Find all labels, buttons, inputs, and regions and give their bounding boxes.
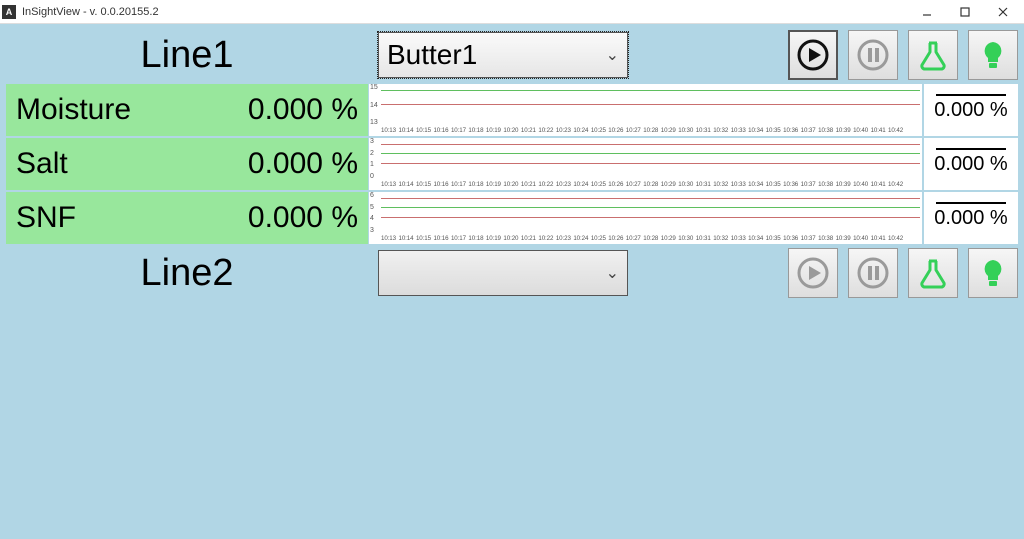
line2-product-select[interactable]: ⌄ [378, 250, 628, 296]
maximize-icon [959, 6, 971, 18]
measurement-name: Salt [16, 147, 68, 181]
flask-icon [916, 38, 950, 72]
line1-product-select[interactable]: Butter1 ⌄ [378, 32, 628, 78]
minimize-icon [921, 6, 933, 18]
play-icon [796, 38, 830, 72]
chevron-down-icon: ⌄ [606, 45, 619, 65]
window-minimize-button[interactable] [908, 1, 946, 23]
measurement-chart: 6543 10:1310:1410:1510:1610:1710:1810:19… [368, 192, 922, 244]
measurement-label: Salt 0.000 % [6, 138, 368, 190]
measurement-value: 0.000 % [248, 93, 358, 127]
measurement-chart: 151413 10:1310:1410:1510:1610:1710:1810:… [368, 84, 922, 136]
measurement-row: Moisture 0.000 % 151413 10:1310:1410:151… [6, 82, 1018, 136]
window-close-button[interactable] [984, 1, 1022, 23]
measurement-name: SNF [16, 201, 76, 235]
measurement-value: 0.000 % [248, 147, 358, 181]
measurement-average-value: 0.000 % [934, 99, 1007, 122]
measurement-value: 0.000 % [248, 201, 358, 235]
measurement-average: 0.000 % [922, 84, 1018, 136]
line1-bulb-button[interactable] [968, 30, 1018, 80]
measurement-label: Moisture 0.000 % [6, 84, 368, 136]
pause-icon [856, 256, 890, 290]
window-titlebar: A InSightView - v. 0.0.20155.2 [0, 0, 1024, 24]
measurement-average-value: 0.000 % [934, 153, 1007, 176]
chevron-down-icon: ⌄ [606, 263, 619, 283]
line1-header: Line1 Butter1 ⌄ [6, 30, 1018, 80]
play-icon [796, 256, 830, 290]
line2-bulb-button[interactable] [968, 248, 1018, 298]
window-title: InSightView - v. 0.0.20155.2 [22, 6, 908, 18]
flask-icon [916, 256, 950, 290]
measurement-row: Salt 0.000 % 3210 10:1310:1410:1510:1610… [6, 136, 1018, 190]
line2-header: Line2 ⌄ [6, 248, 1018, 298]
line2-play-button[interactable] [788, 248, 838, 298]
line2-title: Line2 [6, 250, 368, 297]
bulb-icon [976, 256, 1010, 290]
measurement-name: Moisture [16, 93, 131, 127]
app-icon: A [2, 5, 16, 19]
chart-yaxis: 6543 [370, 192, 374, 234]
chart-xaxis: 10:1310:1410:1510:1610:1710:1810:1910:20… [381, 127, 920, 136]
measurement-row: SNF 0.000 % 6543 10:1310:1410:1510:1610:… [6, 190, 1018, 244]
measurement-label: SNF 0.000 % [6, 192, 368, 244]
chart-yaxis: 3210 [370, 138, 374, 180]
line1-title: Line1 [6, 32, 368, 79]
bulb-icon [976, 38, 1010, 72]
pause-icon [856, 38, 890, 72]
chart-xaxis: 10:1310:1410:1510:1610:1710:1810:1910:20… [381, 235, 920, 244]
measurement-average: 0.000 % [922, 138, 1018, 190]
line2-pause-button[interactable] [848, 248, 898, 298]
chart-yaxis: 151413 [370, 84, 378, 126]
line1-play-button[interactable] [788, 30, 838, 80]
window-maximize-button[interactable] [946, 1, 984, 23]
close-icon [997, 6, 1009, 18]
line1-pause-button[interactable] [848, 30, 898, 80]
line1-product-selected: Butter1 [387, 39, 477, 71]
measurement-average: 0.000 % [922, 192, 1018, 244]
chart-xaxis: 10:1310:1410:1510:1610:1710:1810:1910:20… [381, 181, 920, 190]
measurement-average-value: 0.000 % [934, 207, 1007, 230]
line1-lab-button[interactable] [908, 30, 958, 80]
app-content: Line1 Butter1 ⌄ Moisture 0.000 % [0, 24, 1024, 539]
measurement-chart: 3210 10:1310:1410:1510:1610:1710:1810:19… [368, 138, 922, 190]
line2-lab-button[interactable] [908, 248, 958, 298]
